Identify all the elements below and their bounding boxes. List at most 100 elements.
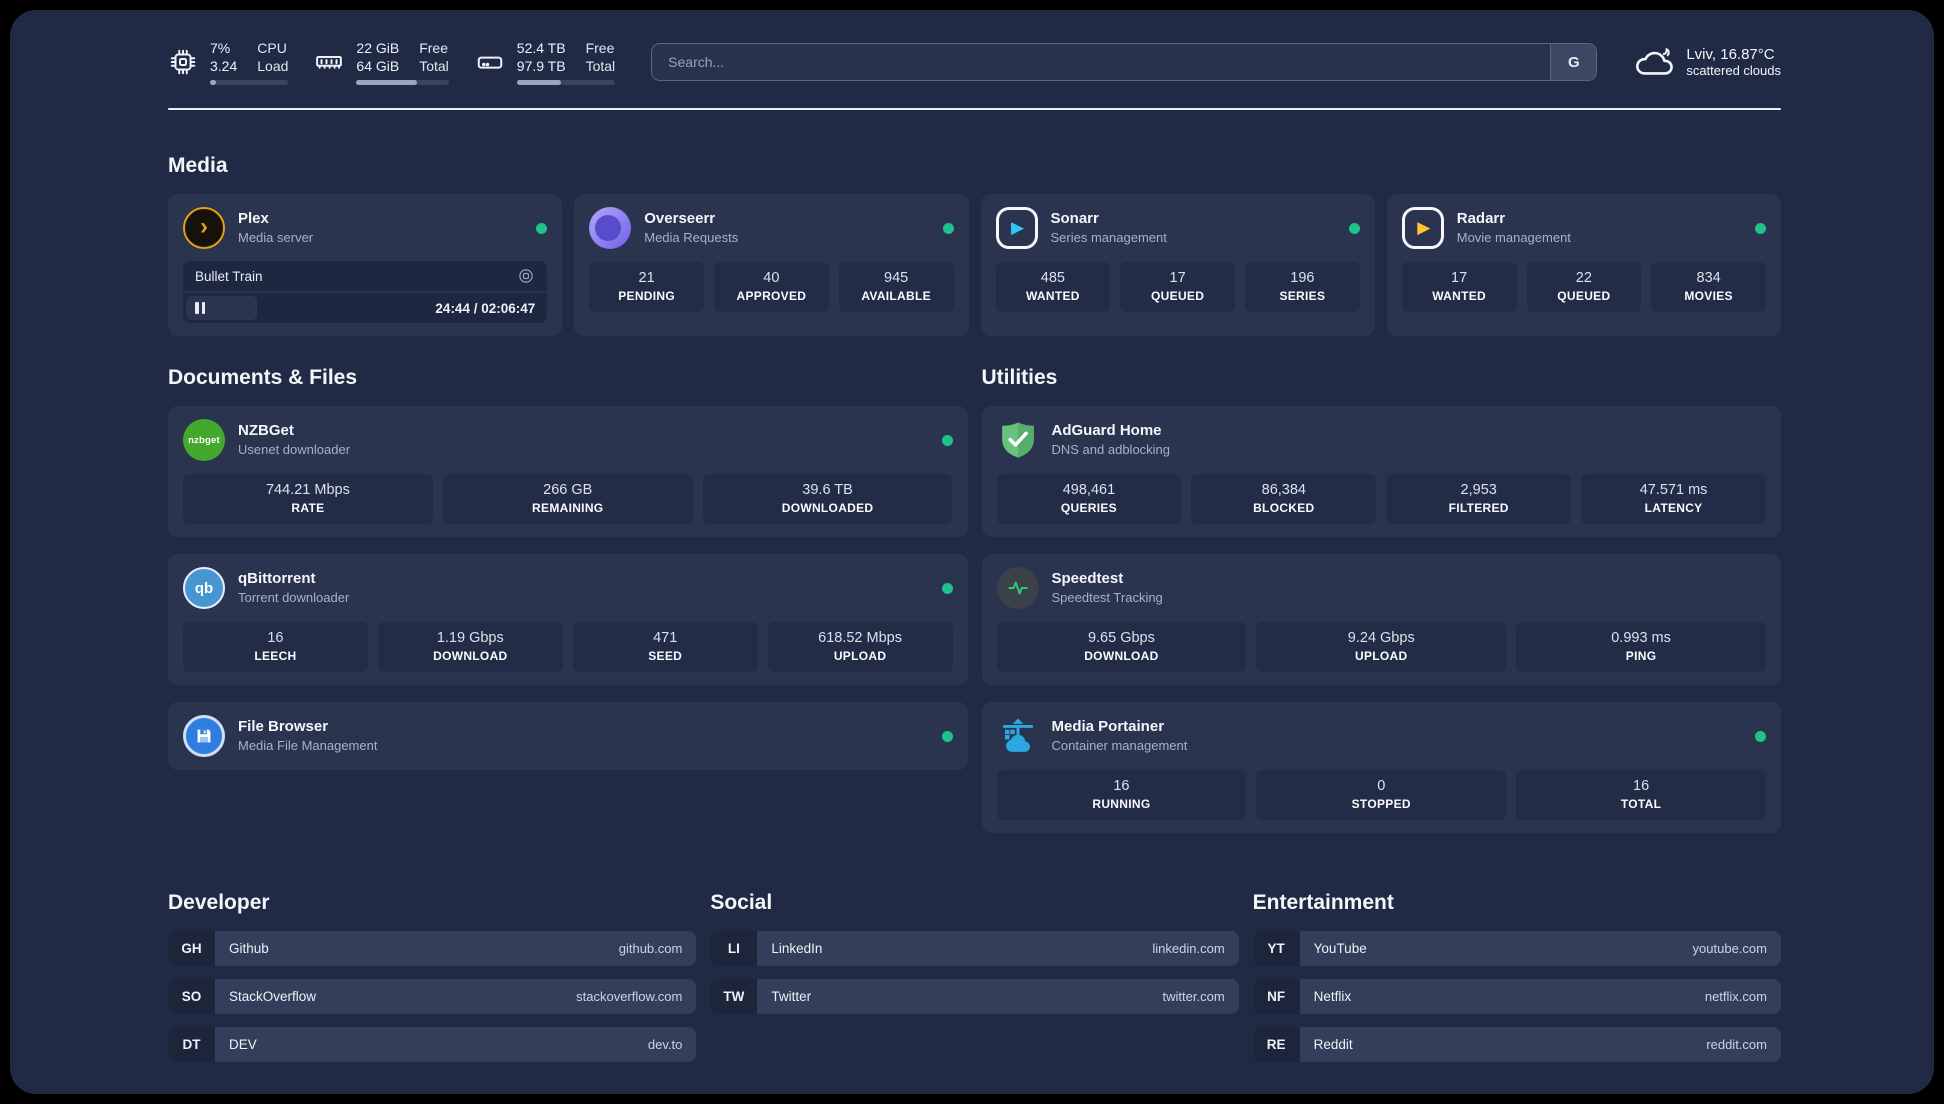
bookmark-name: YouTube xyxy=(1313,941,1367,956)
bookmark-reddit[interactable]: RE Reddit reddit.com xyxy=(1252,1027,1781,1062)
stat-value: 744.21 Mbps xyxy=(265,482,350,498)
cpu-progress-fill xyxy=(210,80,217,86)
social-links-section: Social LI LinkedIn linkedin.com TW Twitt… xyxy=(710,891,1239,1027)
stat-tile: 618.52 Mbps UPLOAD xyxy=(767,622,953,672)
player-time: 24:44 / 02:06:47 xyxy=(435,300,536,316)
entertainment-links-section: Entertainment YT YouTube youtube.com NF … xyxy=(1252,891,1781,1075)
stat-tile: 16 TOTAL xyxy=(1516,770,1766,820)
nzbget-card[interactable]: nzbget NZBGet Usenet downloader 744.21 M… xyxy=(168,406,968,537)
app-description: Series management xyxy=(1050,230,1167,246)
storage-free: 52.4 TB xyxy=(516,39,566,56)
app-name: qBittorrent xyxy=(238,570,316,588)
stat-value: 47.571 ms xyxy=(1639,482,1708,498)
stat-label: WANTED xyxy=(1432,289,1487,303)
bookmark-abbr: LI xyxy=(710,931,758,966)
portainer-card[interactable]: Media Portainer Container management 16 … xyxy=(981,702,1781,833)
stat-label: FILTERED xyxy=(1448,501,1509,515)
speedtest-card[interactable]: Speedtest Speedtest Tracking 9.65 Gbps D… xyxy=(981,554,1781,685)
filebrowser-card[interactable]: File Browser Media File Management xyxy=(168,702,968,770)
cpu-load: 3.24 xyxy=(210,58,238,74)
bookmark-stackoverflow[interactable]: SO StackOverflow stackoverflow.com xyxy=(168,979,697,1014)
stat-value: 17 xyxy=(1451,270,1468,286)
bookmark-name: DEV xyxy=(229,1037,257,1052)
bookmark-name: StackOverflow xyxy=(229,989,317,1004)
stat-label: STOPPED xyxy=(1351,797,1411,811)
stat-tile: 0 STOPPED xyxy=(1256,770,1507,820)
stat-label: RATE xyxy=(291,501,325,515)
bookmark-youtube[interactable]: YT YouTube youtube.com xyxy=(1252,931,1781,966)
pause-button[interactable] xyxy=(195,302,205,314)
bookmark-github[interactable]: GH Github github.com xyxy=(168,931,697,966)
stat-label: UPLOAD xyxy=(833,649,887,663)
bookmark-url: linkedin.com xyxy=(1152,941,1225,956)
search-input[interactable] xyxy=(651,43,1598,81)
stat-tile: 945 AVAILABLE xyxy=(838,262,954,312)
status-dot xyxy=(1755,730,1766,742)
stat-tile: 485 WANTED xyxy=(995,262,1111,312)
media-section-title: Media xyxy=(168,154,228,177)
plex-card[interactable]: › Plex Media server Bullet Train 24:44 /… xyxy=(168,194,563,336)
app-description: Movie management xyxy=(1456,230,1571,246)
radarr-card[interactable]: ▶ Radarr Movie management 17 WANTED 22 Q… xyxy=(1386,194,1781,336)
bookmark-url: dev.to xyxy=(647,1037,683,1052)
storage-widget: 52.4 TB 97.9 TB Free Total xyxy=(475,39,616,86)
stat-value: 16 xyxy=(1113,778,1130,794)
status-dot xyxy=(941,582,953,594)
bookmark-twitter[interactable]: TW Twitter twitter.com xyxy=(710,979,1239,1014)
developer-section-title: Developer xyxy=(168,891,270,914)
documents-section: Documents & Files nzbget NZBGet Usenet d… xyxy=(168,366,968,770)
entertainment-section-title: Entertainment xyxy=(1252,891,1394,914)
app-description: Media Requests xyxy=(644,230,739,246)
bookmark-netflix[interactable]: NF Netflix netflix.com xyxy=(1252,979,1781,1014)
stat-label: QUERIES xyxy=(1060,501,1117,515)
filebrowser-icon xyxy=(183,715,225,757)
sonarr-card[interactable]: ▶ Sonarr Series management 485 WANTED 17… xyxy=(980,194,1375,336)
stat-label: PING xyxy=(1625,649,1657,663)
stat-tile: 744.21 Mbps RATE xyxy=(183,474,433,524)
plex-icon: › xyxy=(183,207,225,249)
bookmark-name: Twitter xyxy=(771,989,812,1004)
stat-label: AVAILABLE xyxy=(861,289,931,303)
stat-value: 9.24 Gbps xyxy=(1347,630,1415,646)
bookmark-abbr: RE xyxy=(1252,1027,1300,1062)
portainer-icon xyxy=(997,715,1039,757)
stat-label: BLOCKED xyxy=(1253,501,1315,515)
stat-label: PENDING xyxy=(618,289,676,303)
app-description: Container management xyxy=(1051,738,1188,754)
bookmark-dev[interactable]: DT DEV dev.to xyxy=(168,1027,697,1062)
stat-label: MOVIES xyxy=(1684,289,1733,303)
speedtest-icon xyxy=(996,567,1039,609)
stat-tile: 9.24 Gbps UPLOAD xyxy=(1256,622,1507,672)
stat-label: SERIES xyxy=(1279,289,1326,303)
weather-location: Lviv, 16.87°C xyxy=(1686,46,1775,63)
app-description: DNS and adblocking xyxy=(1051,442,1171,458)
stat-tile: 47.571 ms LATENCY xyxy=(1581,474,1766,524)
bookmark-linkedin[interactable]: LI LinkedIn linkedin.com xyxy=(710,931,1239,966)
stat-tile: 86,384 BLOCKED xyxy=(1191,474,1377,524)
stat-value: 9.65 Gbps xyxy=(1087,630,1155,646)
stat-value: 618.52 Mbps xyxy=(818,630,902,646)
documents-section-title: Documents & Files xyxy=(168,366,358,389)
stat-value: 16 xyxy=(267,630,284,646)
bookmark-abbr: TW xyxy=(710,979,758,1014)
adguard-card[interactable]: AdGuard Home DNS and adblocking 498,461 … xyxy=(981,406,1781,537)
storage-progress-fill xyxy=(516,80,562,86)
stat-tile: 196 SERIES xyxy=(1245,262,1360,312)
bookmark-abbr: NF xyxy=(1252,979,1300,1014)
stat-tile: 16 RUNNING xyxy=(996,770,1247,820)
memory-total-label: Total xyxy=(419,58,449,74)
app-name: Media Portainer xyxy=(1051,718,1165,736)
app-description: Media File Management xyxy=(238,738,378,754)
status-dot xyxy=(536,222,548,234)
stat-tile: 2,953 FILTERED xyxy=(1386,474,1572,524)
stat-tile: 1.19 Gbps DOWNLOAD xyxy=(377,622,563,672)
utilities-section-title: Utilities xyxy=(981,366,1058,389)
overseerr-card[interactable]: Overseerr Media Requests 21 PENDING 40 A… xyxy=(574,194,969,336)
ram-icon xyxy=(316,56,343,69)
stat-tile: 471 SEED xyxy=(572,622,758,672)
plex-now-playing: Bullet Train 24:44 / 02:06:47 xyxy=(183,261,548,323)
bookmark-abbr: GH xyxy=(168,931,215,966)
qbittorrent-card[interactable]: qb qBittorrent Torrent downloader 16 LEE… xyxy=(168,554,968,685)
search-engine-button[interactable]: G xyxy=(1550,44,1597,80)
cpu-progress-track xyxy=(210,80,289,86)
